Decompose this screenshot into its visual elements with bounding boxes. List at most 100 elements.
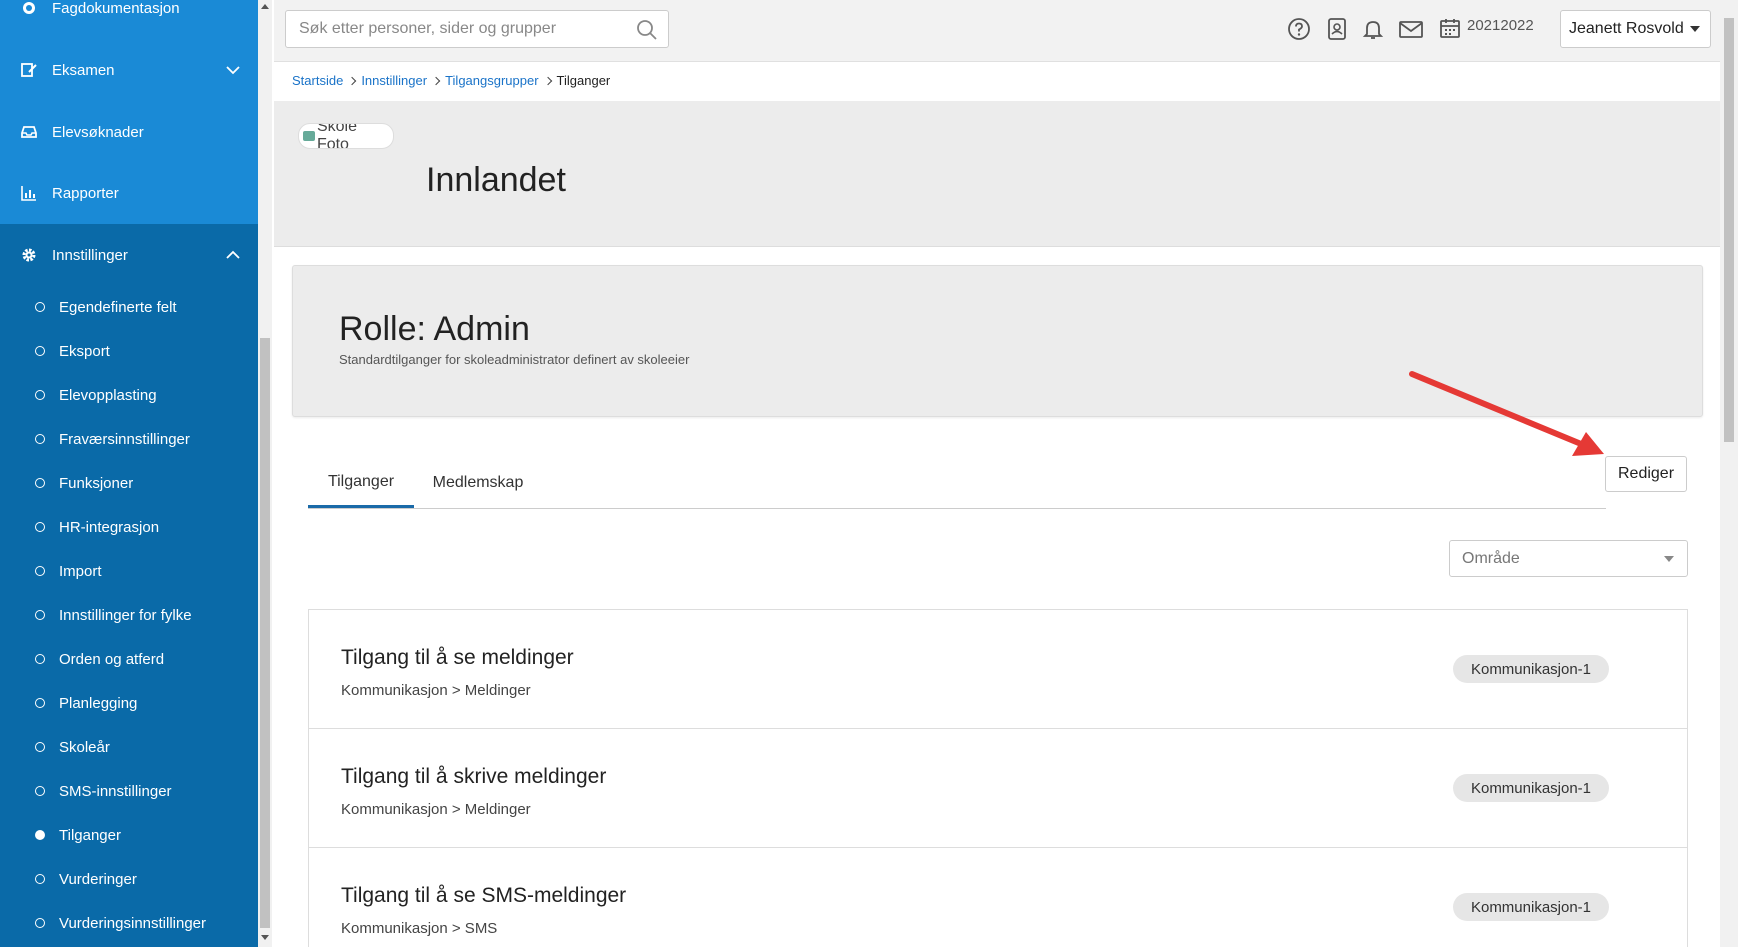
sidebar-subitem-vurderingsinnstillinger[interactable]: Vurderingsinnstillinger	[0, 905, 258, 941]
sidebar-item-elevsoknader[interactable]: Elevsøknader	[0, 112, 258, 152]
bullet-icon	[35, 478, 45, 488]
bullet-icon	[35, 434, 45, 444]
main-content: 20212022 Jeanett Rosvold Startside Innst…	[274, 0, 1720, 947]
bar-chart-icon	[20, 184, 38, 202]
sidebar-subitem-label: Skoleår	[59, 738, 110, 756]
sidebar-subitem-label: Planlegging	[59, 694, 138, 712]
chevron-right-icon	[431, 76, 441, 85]
bullet-icon	[35, 918, 45, 928]
sidebar-subitem-hr-integrasjon[interactable]: HR-integrasjon	[0, 509, 258, 545]
bell-icon[interactable]	[1361, 17, 1387, 43]
bullet-icon	[35, 698, 45, 708]
role-description: Standardtilganger for skoleadministrator…	[339, 352, 690, 367]
user-menu-button[interactable]: Jeanett Rosvold	[1560, 10, 1711, 48]
gear-icon	[20, 246, 38, 264]
bullet-icon	[35, 874, 45, 884]
sidebar-item-label: Rapporter	[52, 184, 119, 202]
sidebar-subitem-label: HR-integrasjon	[59, 518, 160, 536]
search-icon[interactable]	[636, 19, 658, 41]
permission-badge: Kommunikasjon-1	[1453, 774, 1609, 802]
sidebar-item-fagdokumentasjon[interactable]: Fagdokumentasjon	[0, 0, 258, 28]
sidebar-subitem-import[interactable]: Import	[0, 553, 258, 589]
sidebar-subitem-fravaersinnstillinger[interactable]: Fraværsinnstillinger	[0, 421, 258, 457]
sidebar-subitem-planlegging[interactable]: Planlegging	[0, 685, 258, 721]
sidebar-subitem-vurderinger[interactable]: Vurderinger	[0, 861, 258, 897]
sidebar-scrollbar-thumb[interactable]	[260, 338, 270, 928]
school-header: Skole Foto Innlandet	[274, 101, 1720, 247]
sidebar-subitem-label: Egendefinerte felt	[59, 298, 177, 316]
breadcrumb-link[interactable]: Innstillinger	[361, 73, 427, 88]
user-name: Jeanett Rosvold	[1569, 20, 1684, 37]
edit-button[interactable]: Rediger	[1605, 456, 1687, 492]
bullet-icon	[35, 566, 45, 576]
sidebar-scrollbar[interactable]	[258, 0, 272, 947]
chevron-down-icon	[224, 61, 242, 79]
breadcrumb: Startside Innstillinger Tilgangsgrupper …	[292, 73, 610, 88]
breadcrumb-link[interactable]: Tilgangsgrupper	[445, 73, 538, 88]
school-name: Innlandet	[426, 161, 566, 199]
sidebar-subitem-label: Elevopplasting	[59, 386, 157, 404]
sidebar-item-eksamen[interactable]: Eksamen	[0, 50, 258, 90]
permission-title: Tilgang til å se SMS-meldinger	[341, 884, 627, 907]
edit-icon	[20, 61, 38, 79]
sidebar-subitem-elevopplasting[interactable]: Elevopplasting	[0, 377, 258, 413]
chevron-right-icon	[348, 76, 357, 85]
sidebar-item-label: Elevsøknader	[52, 123, 144, 141]
breadcrumb-current: Tilganger	[556, 73, 611, 88]
caret-down-icon	[1689, 26, 1700, 32]
sidebar-item-label: Fagdokumentasjon	[52, 0, 180, 17]
chevron-up-icon	[224, 246, 242, 264]
sidebar-subitem-label: Funksjoner	[59, 474, 134, 492]
bullet-icon	[35, 390, 45, 400]
caret-down-icon	[1664, 556, 1674, 562]
sidebar-item-label: Eksamen	[52, 61, 115, 79]
sidebar-subitem-tilganger[interactable]: Tilganger	[0, 817, 258, 853]
sidebar-subitem-orden-og-atferd[interactable]: Orden og atferd	[0, 641, 258, 677]
permission-row: Tilgang til å se SMS-meldinger Kommunika…	[309, 848, 1687, 947]
sidebar-subitem-label: Fraværsinnstillinger	[59, 430, 190, 448]
tab-medlemskap[interactable]: Medlemskap	[424, 458, 532, 508]
bullet-icon	[35, 610, 45, 620]
sidebar-subitem-egendefinerte-felt[interactable]: Egendefinerte felt	[0, 289, 258, 325]
sidebar: Fagdokumentasjon Eksamen Elevsøknader Ra…	[0, 0, 258, 947]
sidebar-subitem-label: SMS-innstillinger	[59, 782, 172, 800]
scroll-up-arrow-icon[interactable]	[261, 4, 269, 9]
bullet-icon	[35, 346, 45, 356]
contacts-icon[interactable]	[1325, 17, 1351, 43]
search-input[interactable]	[286, 11, 626, 47]
sidebar-subitem-innstillinger-for-fylke[interactable]: Innstillinger for fylke	[0, 597, 258, 633]
sidebar-subitem-sms-innstillinger[interactable]: SMS-innstillinger	[0, 773, 258, 809]
bullet-icon	[35, 654, 45, 664]
page-scrollbar-thumb[interactable]	[1724, 18, 1734, 442]
badge-icon	[20, 0, 38, 17]
area-select[interactable]: Område	[1449, 540, 1688, 577]
bullet-icon	[35, 522, 45, 532]
school-photo-alt: Skole Foto	[316, 123, 357, 149]
school-photo: Skole Foto	[298, 123, 394, 149]
tabs: Tilganger Medlemskap	[308, 458, 1606, 509]
breadcrumb-link[interactable]: Startside	[292, 73, 343, 88]
permission-list: Tilgang til å se meldinger Kommunikasjon…	[308, 609, 1688, 947]
permission-badge: Kommunikasjon-1	[1453, 655, 1609, 683]
help-icon[interactable]	[1287, 17, 1313, 43]
calendar-icon[interactable]	[1439, 17, 1465, 43]
sidebar-subitem-label: Innstillinger for fylke	[59, 606, 192, 624]
sidebar-subitem-label: Orden og atferd	[59, 650, 165, 668]
scroll-down-arrow-icon[interactable]	[261, 935, 269, 940]
area-select-placeholder: Område	[1462, 549, 1520, 567]
annotation-arrow-icon	[1409, 371, 1604, 456]
tab-tilganger[interactable]: Tilganger	[308, 458, 414, 508]
page-scrollbar[interactable]	[1720, 0, 1738, 947]
sidebar-item-rapporter[interactable]: Rapporter	[0, 173, 258, 213]
permission-row: Tilgang til å skrive meldinger Kommunika…	[309, 729, 1687, 848]
sidebar-subitem-skolear[interactable]: Skoleår	[0, 729, 258, 765]
sidebar-subitem-funksjoner[interactable]: Funksjoner	[0, 465, 258, 501]
broken-image-icon	[303, 131, 315, 141]
sidebar-subitem-label: Import	[59, 562, 102, 580]
bullet-active-icon	[35, 830, 45, 840]
sidebar-item-innstillinger[interactable]: Innstillinger	[0, 235, 258, 275]
search-box[interactable]	[285, 10, 669, 48]
mail-icon[interactable]	[1398, 17, 1424, 43]
school-year[interactable]: 20212022	[1467, 17, 1534, 34]
sidebar-subitem-eksport[interactable]: Eksport	[0, 333, 258, 369]
